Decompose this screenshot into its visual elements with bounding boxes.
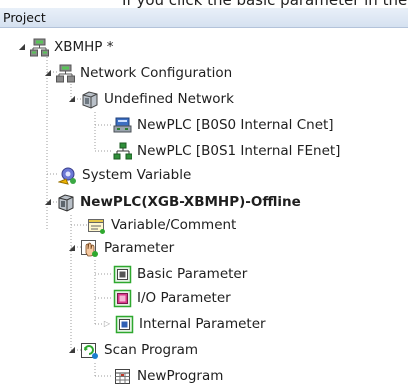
scan-program-icon	[80, 341, 99, 360]
tree-node-label: Parameter	[104, 240, 175, 256]
tree-node-plc-cnet[interactable]: NewPLC [B0S0 Internal Cnet]	[113, 114, 334, 136]
tree-node-parameter[interactable]: ◢ Parameter	[66, 237, 174, 259]
tree-node-label: Variable/Comment	[111, 217, 237, 233]
ethernet-fenet-icon	[113, 142, 132, 161]
tree-node-label: Basic Parameter	[137, 266, 248, 282]
network-folder-icon	[80, 90, 99, 109]
tree-node-io-parameter[interactable]: I/O Parameter	[113, 287, 231, 309]
panel-title: Project	[3, 10, 46, 25]
tree-node-label: NewProgram	[137, 368, 224, 384]
tree-node-system-variable[interactable]: System Variable	[58, 164, 191, 186]
system-variable-icon	[58, 166, 77, 185]
expand-toggle-icon[interactable]: ◢	[66, 242, 78, 254]
expand-toggle-icon[interactable]: ◢	[16, 41, 28, 53]
tree-node-new-program[interactable]: NewProgram	[113, 365, 223, 387]
tree-node-label: Internal Parameter	[139, 316, 266, 332]
tree-node-label: Undefined Network	[104, 91, 234, 107]
expand-toggle-icon[interactable]: ◢	[66, 344, 78, 356]
basic-parameter-icon	[113, 265, 132, 284]
tree-node-label: NewPLC [B0S0 Internal Cnet]	[137, 117, 334, 133]
expand-toggle-icon[interactable]: ◢	[66, 93, 78, 105]
network-configuration-icon	[56, 64, 75, 83]
tree-node-label: System Variable	[82, 167, 192, 183]
tree-node-scan-program[interactable]: ◢ Scan Program	[66, 339, 198, 361]
expand-toggle-icon[interactable]: ◢	[42, 67, 54, 79]
tree-node-undefined-network[interactable]: ◢ Undefined Network	[66, 88, 234, 110]
variable-comment-icon	[87, 216, 106, 235]
expand-toggle-icon[interactable]: ◢	[42, 196, 54, 208]
tree-node-label: Scan Program	[104, 342, 199, 358]
tree-node-basic-parameter[interactable]: Basic Parameter	[113, 263, 247, 285]
tree-node-label: NewPLC(XGB-XBMHP)-Offline	[80, 194, 301, 210]
parameter-icon	[80, 239, 99, 258]
tree-node-label: I/O Parameter	[137, 290, 231, 306]
tree-node-label: XBMHP *	[54, 39, 114, 55]
io-parameter-icon	[113, 289, 132, 308]
tree-node-network-configuration[interactable]: ◢ Network Configuration	[42, 62, 232, 84]
tree-node-label: Network Configuration	[80, 65, 233, 81]
plc-cpu-icon	[56, 193, 75, 212]
tree-node-plc-fenet[interactable]: NewPLC [B0S1 Internal FEnet]	[113, 140, 340, 162]
tree-node-variable-comment[interactable]: Variable/Comment	[87, 214, 236, 236]
tree-node-plc-offline[interactable]: ◢ NewPLC(XGB-XBMHP)-Offline	[42, 191, 301, 213]
internal-parameter-icon	[115, 315, 134, 334]
collapse-toggle-icon[interactable]: ▷	[101, 318, 113, 330]
project-tree[interactable]: ◢ XBMHP * ◢ Network Configuration ◢ Unde…	[0, 27, 408, 384]
project-network-icon	[30, 38, 49, 57]
project-panel-header: Project	[0, 8, 408, 28]
tree-node-internal-parameter[interactable]: ▷ Internal Parameter	[101, 313, 266, 335]
serial-cnet-icon	[113, 116, 132, 135]
tree-node-label: NewPLC [B0S1 Internal FEnet]	[137, 143, 341, 159]
tree-node-root[interactable]: ◢ XBMHP *	[16, 36, 114, 58]
